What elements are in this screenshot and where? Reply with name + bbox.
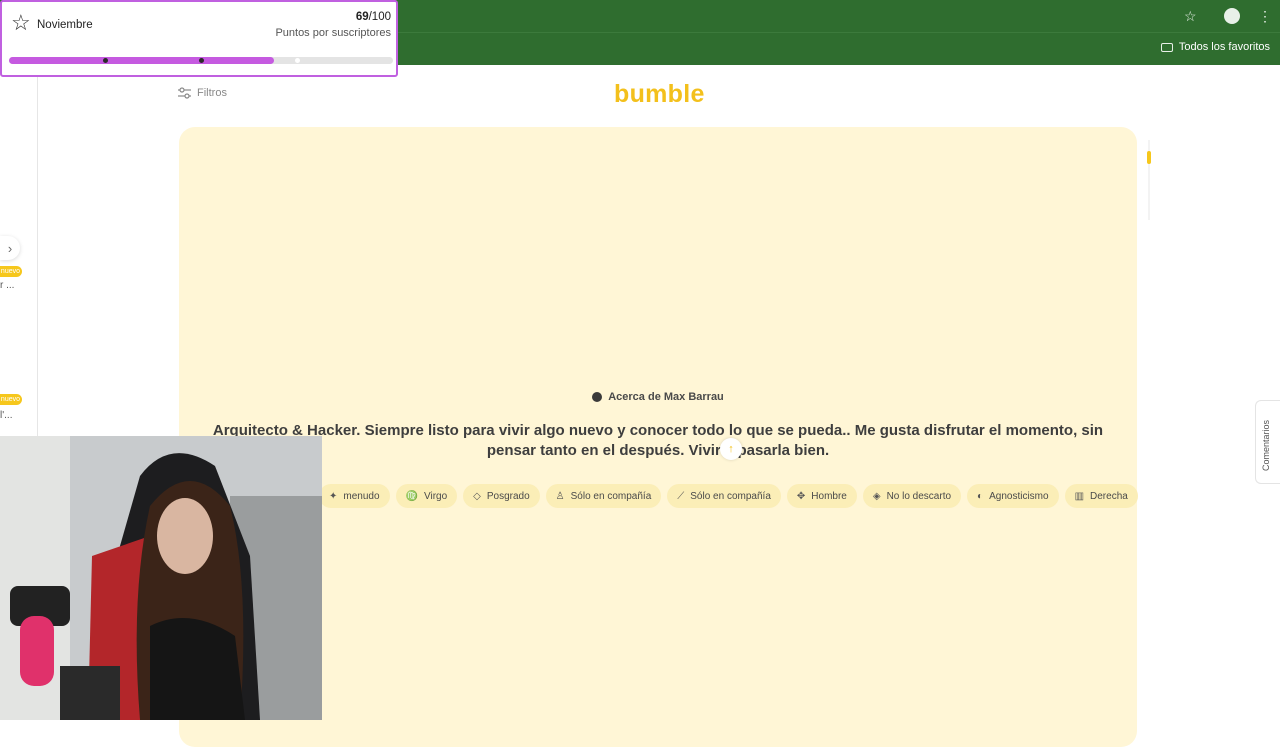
zodiac-icon: ♍ xyxy=(405,490,418,502)
arrow-up-icon[interactable]: ↑ xyxy=(720,438,742,460)
goal-progress-bar xyxy=(9,57,393,64)
profile-tag: ◈ No lo descarto xyxy=(862,484,962,508)
webcam-image xyxy=(0,436,322,720)
tag-label: Sólo en compañía xyxy=(690,490,771,502)
goal-score: 69/100 xyxy=(356,11,391,23)
goal-milestone-marker xyxy=(294,58,300,63)
bookmarks-folder-label: Todos los favoritos xyxy=(1178,41,1270,53)
bookmarks-folder[interactable]: Todos los favoritos xyxy=(1160,41,1270,53)
comments-tab[interactable]: Comentarios xyxy=(1255,400,1280,484)
star-icon[interactable]: ☆ xyxy=(1184,8,1197,24)
tag-label: Sólo en compañía xyxy=(570,490,652,502)
dumbbell-icon: ✦ xyxy=(329,490,338,502)
tag-label: Agnosticismo xyxy=(989,490,1049,502)
comments-tab-label: Comentarios xyxy=(1261,419,1271,471)
glass-icon: ♙ xyxy=(555,490,565,502)
conversation-preview[interactable]: l'... xyxy=(0,410,12,421)
sub-goal-widget: ☆ Noviembre 69/100 Puntos por suscriptor… xyxy=(0,0,398,77)
tag-label: Hombre xyxy=(811,490,847,502)
goal-progress-fill xyxy=(9,57,274,64)
sliders-icon xyxy=(178,87,191,99)
profile-tag: ✥ Hombre xyxy=(786,484,857,508)
kebab-menu-icon[interactable]: ⋮ xyxy=(1258,8,1272,24)
profile-tag: ♍ Virgo xyxy=(395,484,458,508)
profile-tag: ♙ Sólo en compañía xyxy=(545,484,662,508)
cigarette-icon: ⟋ xyxy=(677,490,685,502)
folder-icon xyxy=(1160,42,1173,52)
profile-tags: ✦ menudo ♍ Virgo ◇ Posgrado ♙ Sólo en compañ… xyxy=(319,484,1138,508)
chevron-right-icon[interactable]: › xyxy=(0,236,20,260)
conversation-preview[interactable]: r ... xyxy=(0,280,14,291)
about-icon xyxy=(592,392,603,402)
profile-tag: ▥ Derecha xyxy=(1064,484,1138,508)
new-badge: nuevo xyxy=(0,394,22,405)
about-section-title: Acerca de Max Barrau xyxy=(179,391,1137,403)
star-icon: ☆ xyxy=(11,10,31,35)
goal-milestone-marker xyxy=(198,58,204,63)
scroll-indicator[interactable] xyxy=(1147,151,1151,164)
politics-icon: ▥ xyxy=(1074,490,1085,502)
new-badge: nuevo xyxy=(0,266,22,277)
goal-label: Puntos por suscriptores xyxy=(275,27,391,39)
profile-tag: ✦ menudo xyxy=(319,484,390,508)
goal-milestone-marker xyxy=(102,58,108,63)
filters-label: Filtros xyxy=(197,87,227,99)
profile-tag: ◐ Agnosticismo xyxy=(967,484,1059,508)
profile-bio: Arquitecto & Hacker. Siempre listo para … xyxy=(212,422,1104,459)
tag-label: No lo descarto xyxy=(886,490,952,502)
filters-button[interactable]: Filtros xyxy=(178,87,227,99)
goal-total: /100 xyxy=(368,11,391,23)
goal-current: 69 xyxy=(355,11,369,23)
tag-label: menudo xyxy=(343,490,380,502)
baby-icon: ✥ xyxy=(796,490,806,502)
tag-label: Virgo xyxy=(423,490,448,502)
graduation-cap-icon: ◇ xyxy=(473,490,481,502)
tag-label: Derecha xyxy=(1090,490,1128,502)
bumble-logo: bumble xyxy=(614,80,705,108)
profile-avatar-icon[interactable] xyxy=(1224,8,1240,24)
about-title: Acerca de Max Barrau xyxy=(608,391,724,403)
profile-card: Acerca de Max Barrau Arquitecto & Hacker… xyxy=(179,127,1138,747)
religion-icon: ◐ xyxy=(977,490,984,502)
profile-tag: ◇ Posgrado xyxy=(463,484,540,508)
goal-month: Noviembre xyxy=(37,19,93,31)
tag-icon: ◈ xyxy=(872,490,881,502)
profile-tag: ⟋ Sólo en compañía xyxy=(667,484,781,508)
tag-label: Posgrado xyxy=(486,490,530,502)
webcam-overlay xyxy=(0,436,322,720)
